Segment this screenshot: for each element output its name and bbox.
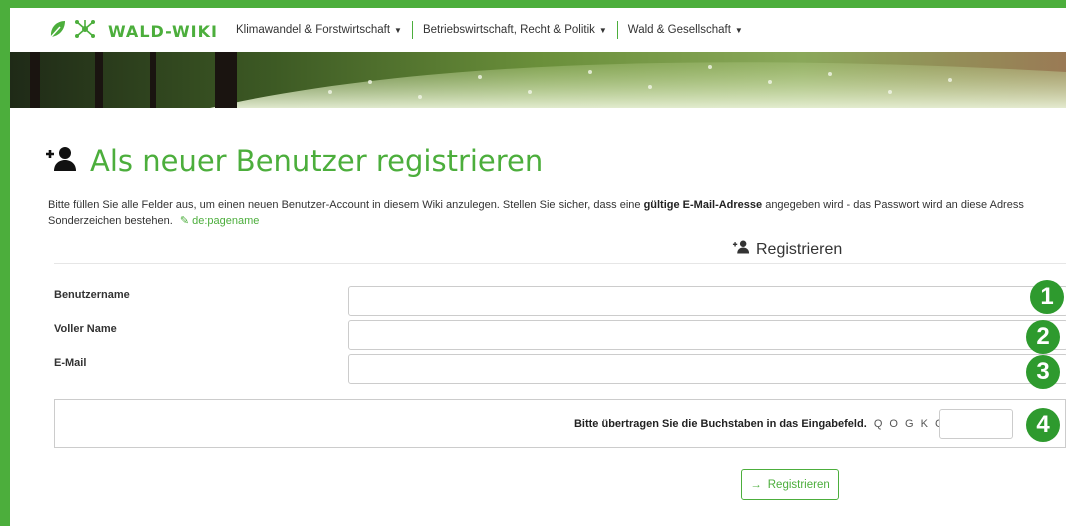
arrow-right-icon: → xyxy=(750,478,762,491)
main-nav: Klimawandel & Forstwirtschaft ▼ Betriebs… xyxy=(226,21,753,39)
register-button-label: Registrieren xyxy=(767,478,830,491)
logo-text: WALD-WIKI xyxy=(108,22,218,41)
intro-text-part1: Bitte füllen Sie alle Felder aus, um ein… xyxy=(48,199,644,211)
captcha-instruction: Bitte übertragen Sie die Buchstaben in d… xyxy=(55,418,945,430)
registration-section-heading: Registrieren xyxy=(732,240,842,259)
fullname-input[interactable] xyxy=(348,320,1066,350)
navbar: WALD-WIKI Klimawandel & Forstwirtschaft … xyxy=(10,8,1066,52)
intro-text-bold: gültige E-Mail-Adresse xyxy=(643,199,763,211)
step-badge-1: 1 xyxy=(1030,280,1064,314)
divider xyxy=(54,263,1066,264)
captcha-input[interactable] xyxy=(939,409,1013,439)
username-input[interactable] xyxy=(348,286,1066,316)
nav-klimawandel[interactable]: Klimawandel & Forstwirtschaft ▼ xyxy=(226,24,412,36)
forest-banner-image xyxy=(10,52,1066,108)
add-user-icon xyxy=(732,240,750,259)
captcha-code: Q O G K C xyxy=(873,418,945,430)
fullname-label: Voller Name xyxy=(54,323,117,335)
email-label: E-Mail xyxy=(54,357,87,369)
intro-text-line2: Sonderzeichen bestehen. xyxy=(48,215,173,227)
page-title: Als neuer Benutzer registrieren xyxy=(46,144,543,178)
intro-text: Bitte füllen Sie alle Felder aus, um ein… xyxy=(48,197,1066,229)
nav-item-label: Wald & Gesellschaft xyxy=(627,24,731,36)
frame-border-top xyxy=(0,0,1066,8)
edit-icon: ✎ xyxy=(179,215,190,227)
email-input[interactable] xyxy=(348,354,1066,384)
intro-text-part2: angegeben wird - das Passwort wird an di… xyxy=(762,199,1024,211)
page-title-text: Als neuer Benutzer registrieren xyxy=(90,144,544,178)
frame-border-left xyxy=(0,0,10,526)
step-badge-4: 4 xyxy=(1026,408,1060,442)
nav-item-label: Klimawandel & Forstwirtschaft xyxy=(236,24,391,36)
captcha-box: Bitte übertragen Sie die Buchstaben in d… xyxy=(54,399,1066,448)
main-content: Als neuer Benutzer registrieren Bitte fü… xyxy=(10,108,1066,526)
site-logo[interactable]: WALD-WIKI xyxy=(48,19,218,44)
network-logo-icon xyxy=(74,19,96,44)
caret-down-icon: ▼ xyxy=(394,25,402,35)
nav-item-label: Betriebswirtschaft, Recht & Politik xyxy=(422,24,595,36)
caret-down-icon: ▼ xyxy=(734,25,743,35)
step-badge-3: 3 xyxy=(1026,355,1060,389)
pagename-link[interactable]: de:pagename xyxy=(192,215,259,227)
leaf-logo-icon xyxy=(48,19,68,44)
nav-wald-gesellschaft[interactable]: Wald & Gesellschaft ▼ xyxy=(618,24,753,36)
caret-down-icon: ▼ xyxy=(598,25,607,35)
step-badge-2: 2 xyxy=(1026,320,1060,354)
register-button[interactable]: → Registrieren xyxy=(741,469,839,500)
section-heading-text: Registrieren xyxy=(756,240,843,258)
username-label: Benutzername xyxy=(54,289,130,301)
add-user-icon xyxy=(46,146,76,177)
nav-betriebswirtschaft[interactable]: Betriebswirtschaft, Recht & Politik ▼ xyxy=(413,24,617,36)
captcha-label-text: Bitte übertragen Sie die Buchstaben in d… xyxy=(573,418,867,430)
